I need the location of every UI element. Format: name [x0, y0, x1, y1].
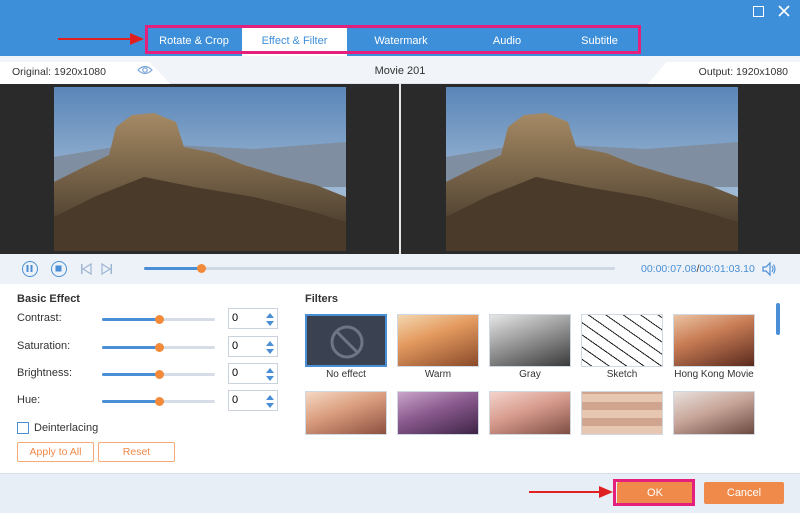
- tab-watermark[interactable]: Watermark: [347, 26, 455, 56]
- stop-button[interactable]: [51, 261, 67, 277]
- contrast-row: Contrast:: [17, 308, 282, 330]
- saturation-decrease-icon[interactable]: [266, 349, 274, 354]
- filter-warm-label: Warm: [424, 369, 452, 380]
- timecode: 00:00:07.08/00:01:03.10: [641, 263, 755, 275]
- playback-bar: 00:00:07.08/00:01:03.10: [0, 254, 800, 284]
- hue-slider-knob[interactable]: [154, 397, 164, 406]
- brightness-slider-fill: [102, 373, 159, 376]
- brightness-decrease-icon[interactable]: [266, 376, 274, 381]
- title-bar: Rotate & Crop Effect & Filter Watermark …: [0, 0, 800, 56]
- output-preview: [401, 84, 800, 254]
- filter-row2-2[interactable]: [397, 391, 479, 435]
- contrast-label: Contrast:: [17, 312, 62, 324]
- filters-title: Filters: [305, 293, 339, 305]
- previous-frame-icon[interactable]: [80, 262, 92, 276]
- output-video-frame: [446, 87, 738, 251]
- basic-effect-panel: Basic Effect Contrast: Saturation: Brigh…: [0, 284, 296, 473]
- filter-hong-kong-movie-label: Hong Kong Movie: [674, 369, 754, 380]
- total-time: 00:01:03.10: [699, 263, 755, 275]
- hue-value-input[interactable]: [232, 394, 262, 406]
- filter-no-effect-label: No effect: [326, 369, 366, 380]
- contrast-value-input[interactable]: [232, 312, 262, 324]
- brightness-row: Brightness:: [17, 363, 282, 385]
- ok-button[interactable]: OK: [617, 482, 693, 504]
- filter-row2-3[interactable]: [489, 391, 571, 435]
- hue-increase-icon[interactable]: [266, 395, 274, 400]
- basic-effect-title: Basic Effect: [17, 293, 80, 305]
- output-resolution: Output: 1920x1080: [648, 62, 800, 84]
- reset-button[interactable]: Reset: [98, 442, 175, 462]
- hue-row: Hue:: [17, 390, 282, 412]
- saturation-slider-knob[interactable]: [154, 343, 164, 352]
- brightness-slider-knob[interactable]: [154, 370, 164, 379]
- original-video-frame: [54, 87, 346, 251]
- filter-row2-4[interactable]: [581, 391, 663, 435]
- deinterlacing-label: Deinterlacing: [34, 422, 99, 434]
- hue-slider[interactable]: [102, 397, 215, 406]
- filter-sketch[interactable]: [581, 314, 663, 367]
- tab-strip: Rotate & Crop Effect & Filter Watermark …: [146, 26, 640, 56]
- window-controls: [750, 4, 792, 20]
- contrast-decrease-icon[interactable]: [266, 321, 274, 326]
- annotation-arrow-ok: [529, 486, 613, 498]
- brightness-value-input[interactable]: [232, 367, 262, 379]
- tab-effect-filter[interactable]: Effect & Filter: [242, 26, 347, 56]
- saturation-increase-icon[interactable]: [266, 341, 274, 346]
- filters-panel: Filters No effect Warm Gray Sketch Hong …: [296, 284, 800, 473]
- brightness-label: Brightness:: [17, 367, 73, 379]
- contrast-slider-fill: [102, 318, 159, 321]
- preview-area: [0, 84, 800, 254]
- original-preview: [0, 84, 399, 254]
- saturation-slider-fill: [102, 346, 159, 349]
- filter-row2-5[interactable]: [673, 391, 755, 435]
- brightness-stepper[interactable]: [228, 363, 278, 384]
- tab-rotate-crop[interactable]: Rotate & Crop: [146, 26, 242, 56]
- hue-decrease-icon[interactable]: [266, 403, 274, 408]
- brightness-slider[interactable]: [102, 370, 215, 379]
- contrast-slider-knob[interactable]: [154, 315, 164, 324]
- info-bar: Original: 1920x1080 Movie 201 Output: 19…: [0, 56, 800, 84]
- contrast-stepper[interactable]: [228, 308, 278, 329]
- volume-icon[interactable]: [761, 261, 777, 277]
- contrast-increase-icon[interactable]: [266, 313, 274, 318]
- tab-audio[interactable]: Audio: [455, 26, 559, 56]
- saturation-row: Saturation:: [17, 336, 282, 358]
- hue-stepper[interactable]: [228, 390, 278, 411]
- playback-progress-track[interactable]: [144, 264, 615, 273]
- saturation-value-input[interactable]: [232, 340, 262, 352]
- stop-icon: [55, 265, 62, 272]
- hue-label: Hue:: [17, 394, 41, 406]
- filter-gray-label: Gray: [519, 369, 541, 380]
- pause-button[interactable]: [22, 261, 38, 277]
- filter-warm[interactable]: [397, 314, 479, 367]
- pause-icon: [26, 265, 33, 272]
- tab-subtitle[interactable]: Subtitle: [559, 26, 640, 56]
- cancel-button[interactable]: Cancel: [704, 482, 784, 504]
- brightness-increase-icon[interactable]: [266, 368, 274, 373]
- filter-hong-kong-movie[interactable]: [673, 314, 755, 367]
- saturation-slider[interactable]: [102, 343, 215, 352]
- saturation-label: Saturation:: [17, 340, 71, 352]
- dialog-footer: OK Cancel: [0, 473, 800, 513]
- filter-row2-1[interactable]: [305, 391, 387, 435]
- contrast-slider[interactable]: [102, 315, 215, 324]
- maximize-icon[interactable]: [750, 4, 766, 20]
- hue-slider-fill: [102, 400, 159, 403]
- saturation-stepper[interactable]: [228, 336, 278, 357]
- apply-to-all-button[interactable]: Apply to All: [17, 442, 94, 462]
- playback-progress-handle[interactable]: [196, 264, 206, 273]
- filter-sketch-label: Sketch: [606, 369, 638, 380]
- current-time: 00:00:07.08: [641, 263, 697, 275]
- filter-gray[interactable]: [489, 314, 571, 367]
- playback-progress-fill: [144, 267, 201, 270]
- filters-scrollbar[interactable]: [776, 303, 780, 335]
- filter-no-effect[interactable]: [305, 314, 387, 367]
- deinterlacing-checkbox[interactable]: [17, 422, 29, 434]
- no-effect-icon: [330, 325, 364, 359]
- next-frame-icon[interactable]: [101, 262, 113, 276]
- close-icon[interactable]: [776, 4, 792, 20]
